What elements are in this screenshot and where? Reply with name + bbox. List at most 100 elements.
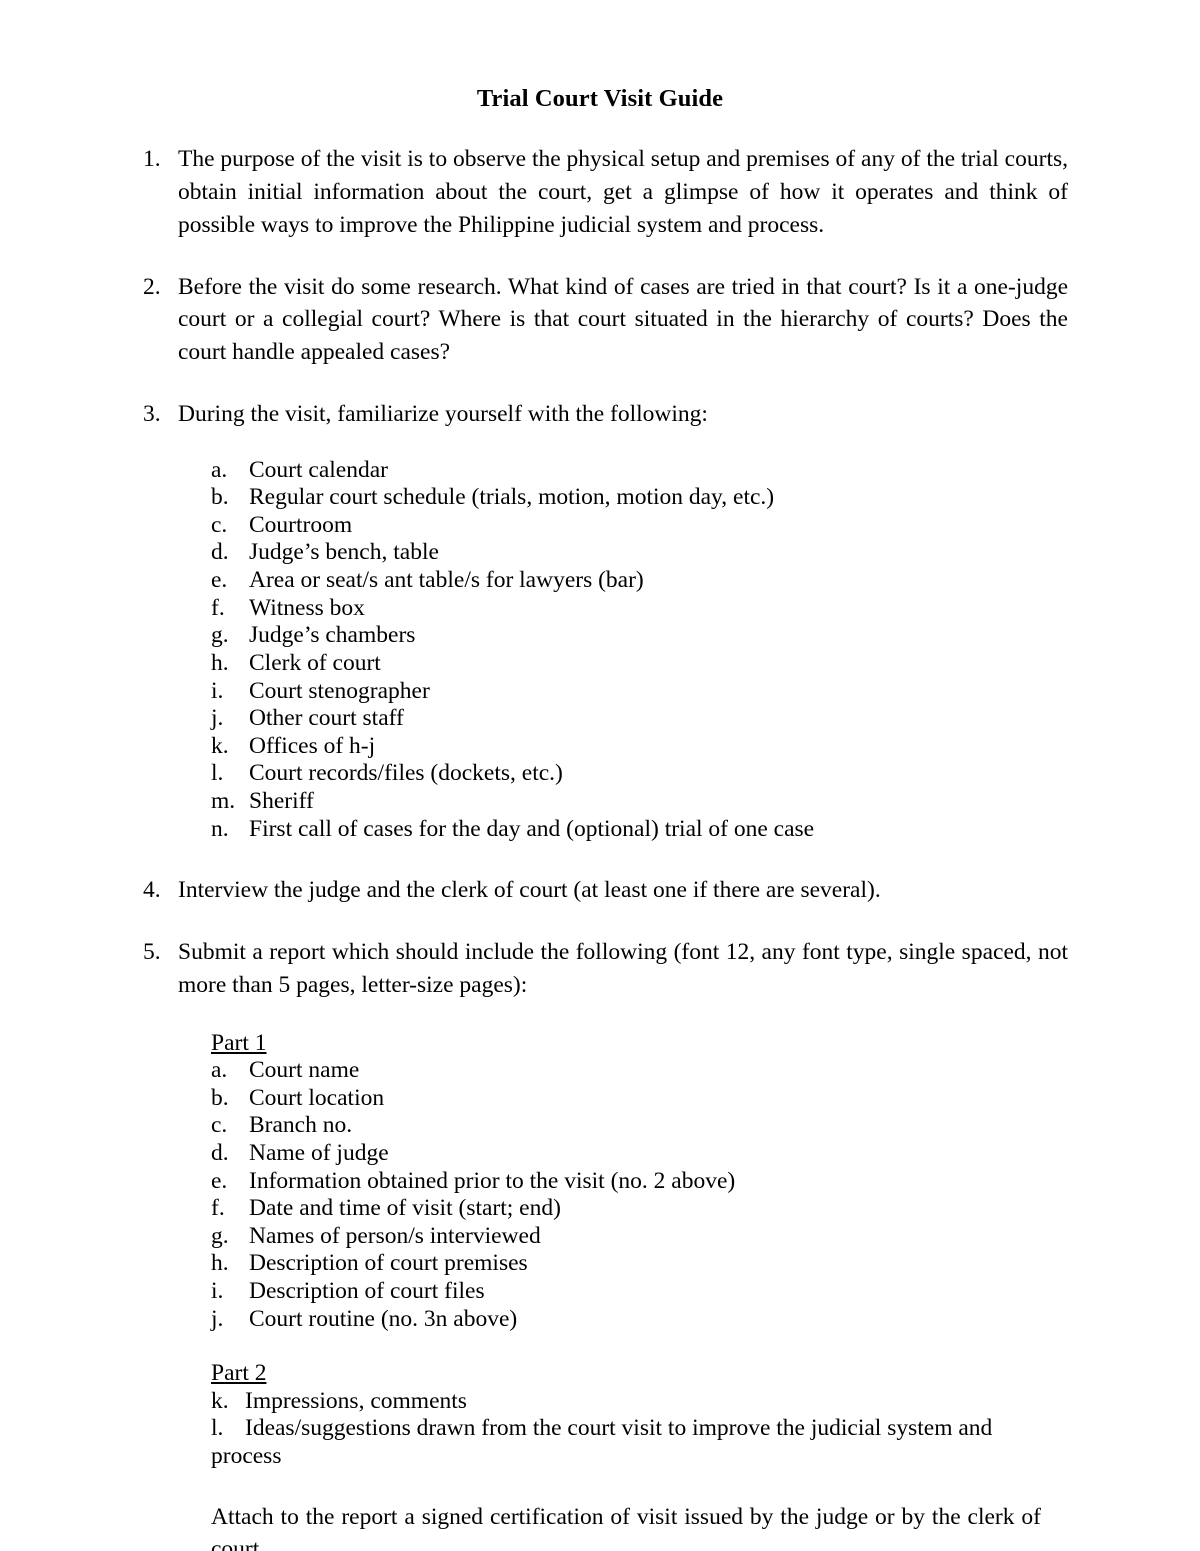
list-item: a. Court name: [211, 1057, 1068, 1085]
numbered-item-text: Interview the judge and the clerk of cou…: [178, 877, 881, 904]
list-marker: i.: [211, 1278, 224, 1304]
list-marker: n.: [211, 815, 229, 842]
list-item-label: Description of court files: [249, 1278, 485, 1304]
list-marker: h.: [211, 649, 229, 676]
list-marker: i.: [211, 677, 224, 704]
list-item-label: Branch no.: [249, 1112, 353, 1139]
list-marker: d.: [211, 1139, 229, 1166]
list-marker: c.: [211, 511, 228, 538]
list-item-label: Court name: [249, 1057, 360, 1084]
list-marker: b.: [211, 1084, 229, 1111]
list-item-label: Offices of h-j: [249, 732, 376, 759]
list-item-label: Other court staff: [249, 705, 404, 732]
list-item: e. Information obtained prior to the vis…: [211, 1168, 1068, 1196]
list-marker: m.: [211, 787, 236, 814]
numbered-item-text: Before the visit do some research. What …: [178, 273, 1068, 366]
list-item-label: Court calendar: [249, 456, 388, 483]
part-1-heading: Part 1: [211, 1029, 267, 1056]
numbered-item-2: 2. Before the visit do some research. Wh…: [143, 271, 1068, 369]
numbered-item-4: 4. Interview the judge and the clerk of …: [143, 874, 1068, 907]
list-item-label: Judge’s bench, table: [249, 539, 439, 566]
list-item-label: Sheriff: [249, 787, 314, 814]
numbered-item-text: Submit a report which should include the…: [178, 938, 1068, 998]
list-marker: e.: [211, 567, 228, 594]
list-marker: j.: [211, 1305, 224, 1332]
list-item-label: Description of court premises: [249, 1250, 528, 1277]
list-marker: k.: [211, 1387, 229, 1414]
list-item: l. Court records/files (dockets, etc.): [211, 760, 1068, 788]
part-2-section: Part 2 k. Impressions, comments l. Ideas…: [211, 1360, 1068, 1470]
part-2-heading: Part 2: [211, 1360, 267, 1387]
list-item-label: Date and time of visit (start; end): [249, 1195, 561, 1222]
list-item: j. Other court staff: [211, 705, 1068, 733]
numbered-item-5: 5. Submit a report which should include …: [143, 936, 1068, 1551]
numbered-item-1: 1. The purpose of the visit is to observ…: [143, 143, 1068, 241]
list-marker: d.: [211, 539, 229, 566]
part-2-list: k. Impressions, comments l. Ideas/sugges…: [211, 1388, 1068, 1443]
list-marker: f.: [211, 1195, 225, 1222]
list-marker: 2.: [143, 273, 161, 300]
list-item: k. Offices of h-j: [211, 733, 1068, 761]
list-item: c. Courtroom: [211, 512, 1068, 540]
list-item-label: Courtroom: [249, 511, 353, 538]
list-item-label: Impressions, comments: [245, 1387, 467, 1414]
numbered-item-text: The purpose of the visit is to observe t…: [178, 146, 1068, 238]
list-item-label: Name of judge: [249, 1139, 389, 1166]
document-page: Trial Court Visit Guide 1. The purpose o…: [0, 0, 1200, 1551]
part-1-list: a. Court name b. Court location c. Branc…: [211, 1057, 1068, 1333]
list-item: g. Judge’s chambers: [211, 622, 1068, 650]
list-item: h. Description of court premises: [211, 1250, 1068, 1278]
list-item-label: Court records/files (dockets, etc.): [249, 760, 563, 787]
list-item: i. Court stenographer: [211, 678, 1068, 706]
list-item-label: Ideas/suggestions drawn from the court v…: [245, 1415, 993, 1442]
list-item: a. Court calendar: [211, 457, 1068, 485]
list-marker: g.: [211, 622, 229, 649]
list-marker: a.: [211, 456, 228, 483]
list-item: l. Ideas/suggestions drawn from the cour…: [211, 1415, 1068, 1443]
list-item: e. Area or seat/s ant table/s for lawyer…: [211, 567, 1068, 595]
list-marker: 5.: [143, 938, 161, 965]
list-item-label: Clerk of court: [249, 649, 381, 676]
list-item: b. Court location: [211, 1085, 1068, 1113]
list-marker: g.: [211, 1222, 229, 1249]
list-item: g. Names of person/s interviewed: [211, 1223, 1068, 1251]
list-item: i. Description of court files: [211, 1278, 1068, 1306]
list-marker: 4.: [143, 877, 161, 904]
list-item: b. Regular court schedule (trials, motio…: [211, 484, 1068, 512]
closing-paragraph: Attach to the report a signed certificat…: [211, 1503, 1041, 1551]
list-marker: c.: [211, 1112, 228, 1139]
list-item-label: Witness box: [249, 594, 365, 621]
list-item: f. Date and time of visit (start; end): [211, 1195, 1068, 1223]
list-item: f. Witness box: [211, 595, 1068, 623]
list-marker: e.: [211, 1167, 228, 1194]
part-2-continuation-text: process: [211, 1443, 282, 1470]
page-title: Trial Court Visit Guide: [476, 85, 724, 112]
list-item-label: Information obtained prior to the visit …: [249, 1167, 736, 1194]
list-item-label: Court location: [249, 1084, 385, 1111]
numbered-item-text: During the visit, familiarize yourself w…: [178, 400, 708, 427]
list-item: d. Name of judge: [211, 1140, 1068, 1168]
list-item-label: Court routine (no. 3n above): [249, 1305, 518, 1332]
list-item: m. Sheriff: [211, 788, 1068, 816]
list-marker: 3.: [143, 400, 161, 427]
list-marker: f.: [211, 594, 225, 621]
list-marker: a.: [211, 1057, 228, 1084]
list-item-label: Judge’s chambers: [249, 622, 416, 649]
list-item: h. Clerk of court: [211, 650, 1068, 678]
document-body: 1. The purpose of the visit is to observ…: [0, 143, 1200, 1551]
list-item: d. Judge’s bench, table: [211, 539, 1068, 567]
list-item: k. Impressions, comments: [211, 1388, 1068, 1416]
list-marker: l.: [211, 1415, 224, 1442]
list-item: c. Branch no.: [211, 1112, 1068, 1140]
familiarize-list: a. Court calendar b. Regular court sched…: [211, 457, 1068, 844]
list-item-label: Court stenographer: [249, 677, 430, 704]
list-marker: 1.: [143, 146, 161, 173]
numbered-item-3: 3. During the visit, familiarize yoursel…: [143, 398, 1068, 843]
list-item-label: First call of cases for the day and (opt…: [249, 815, 815, 842]
list-marker: l.: [211, 760, 224, 787]
list-marker: k.: [211, 732, 229, 759]
list-marker: b.: [211, 484, 229, 511]
report-contents: Part 1 a. Court name b. Court location c…: [211, 1030, 1068, 1551]
list-item: n. First call of cases for the day and (…: [211, 816, 1068, 844]
list-item: j. Court routine (no. 3n above): [211, 1306, 1068, 1334]
